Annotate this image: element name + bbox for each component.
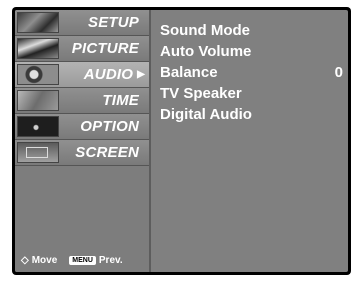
menu-item-tv-speaker[interactable]: TV Speaker bbox=[160, 83, 346, 104]
picture-icon bbox=[17, 38, 59, 59]
sidebar-item-label: SCREEN bbox=[75, 144, 139, 161]
menu-key-icon: MENU bbox=[69, 256, 96, 265]
menu-item-label: Sound Mode bbox=[160, 22, 250, 39]
setup-icon bbox=[17, 12, 59, 33]
menu-item-balance[interactable]: Balance 0 bbox=[160, 62, 346, 83]
menu-panel: SETUP PICTURE AUDIO ▶ TIME OPTION SCREEN… bbox=[15, 10, 348, 272]
move-label: Move bbox=[31, 255, 58, 266]
balance-value: 0 bbox=[334, 64, 343, 81]
sidebar-item-option[interactable]: OPTION bbox=[15, 114, 149, 140]
menu-item-digital-audio[interactable]: Digital Audio bbox=[160, 104, 346, 125]
sidebar-item-label: SETUP bbox=[87, 14, 139, 31]
sidebar-item-picture[interactable]: PICTURE bbox=[15, 36, 149, 62]
menu-item-label: Balance bbox=[160, 64, 218, 81]
sidebar-item-label: TIME bbox=[102, 92, 139, 109]
option-icon bbox=[17, 116, 59, 137]
menu-item-label: Digital Audio bbox=[160, 106, 252, 123]
audio-icon bbox=[17, 64, 59, 85]
menu-item-sound-mode[interactable]: Sound Mode bbox=[160, 20, 346, 41]
sidebar-item-label: OPTION bbox=[80, 118, 139, 135]
menu-item-label: Auto Volume bbox=[160, 43, 252, 60]
menu-item-label: TV Speaker bbox=[160, 85, 242, 102]
panel-divider bbox=[149, 10, 151, 272]
sidebar: SETUP PICTURE AUDIO ▶ TIME OPTION SCREEN… bbox=[15, 10, 149, 272]
sidebar-item-screen[interactable]: SCREEN bbox=[15, 140, 149, 166]
audio-menu-list: Sound Mode Auto Volume Balance 0 TV Spea… bbox=[160, 20, 346, 125]
move-icon: ◇ bbox=[21, 255, 29, 266]
sidebar-item-label: AUDIO bbox=[83, 66, 134, 83]
sidebar-item-time[interactable]: TIME bbox=[15, 88, 149, 114]
right-arrow-icon: ▶ bbox=[137, 69, 145, 80]
sidebar-item-label: PICTURE bbox=[71, 40, 139, 57]
menu-item-auto-volume[interactable]: Auto Volume bbox=[160, 41, 346, 62]
osd-menu-window: SETUP PICTURE AUDIO ▶ TIME OPTION SCREEN… bbox=[12, 7, 351, 275]
prev-label: Prev. bbox=[98, 255, 123, 266]
screen-icon bbox=[17, 142, 59, 163]
sidebar-item-setup[interactable]: SETUP bbox=[15, 10, 149, 36]
time-icon bbox=[17, 90, 59, 111]
sidebar-item-audio[interactable]: AUDIO ▶ bbox=[15, 62, 149, 88]
footer-hints: ◇ Move MENU Prev. bbox=[21, 255, 123, 266]
